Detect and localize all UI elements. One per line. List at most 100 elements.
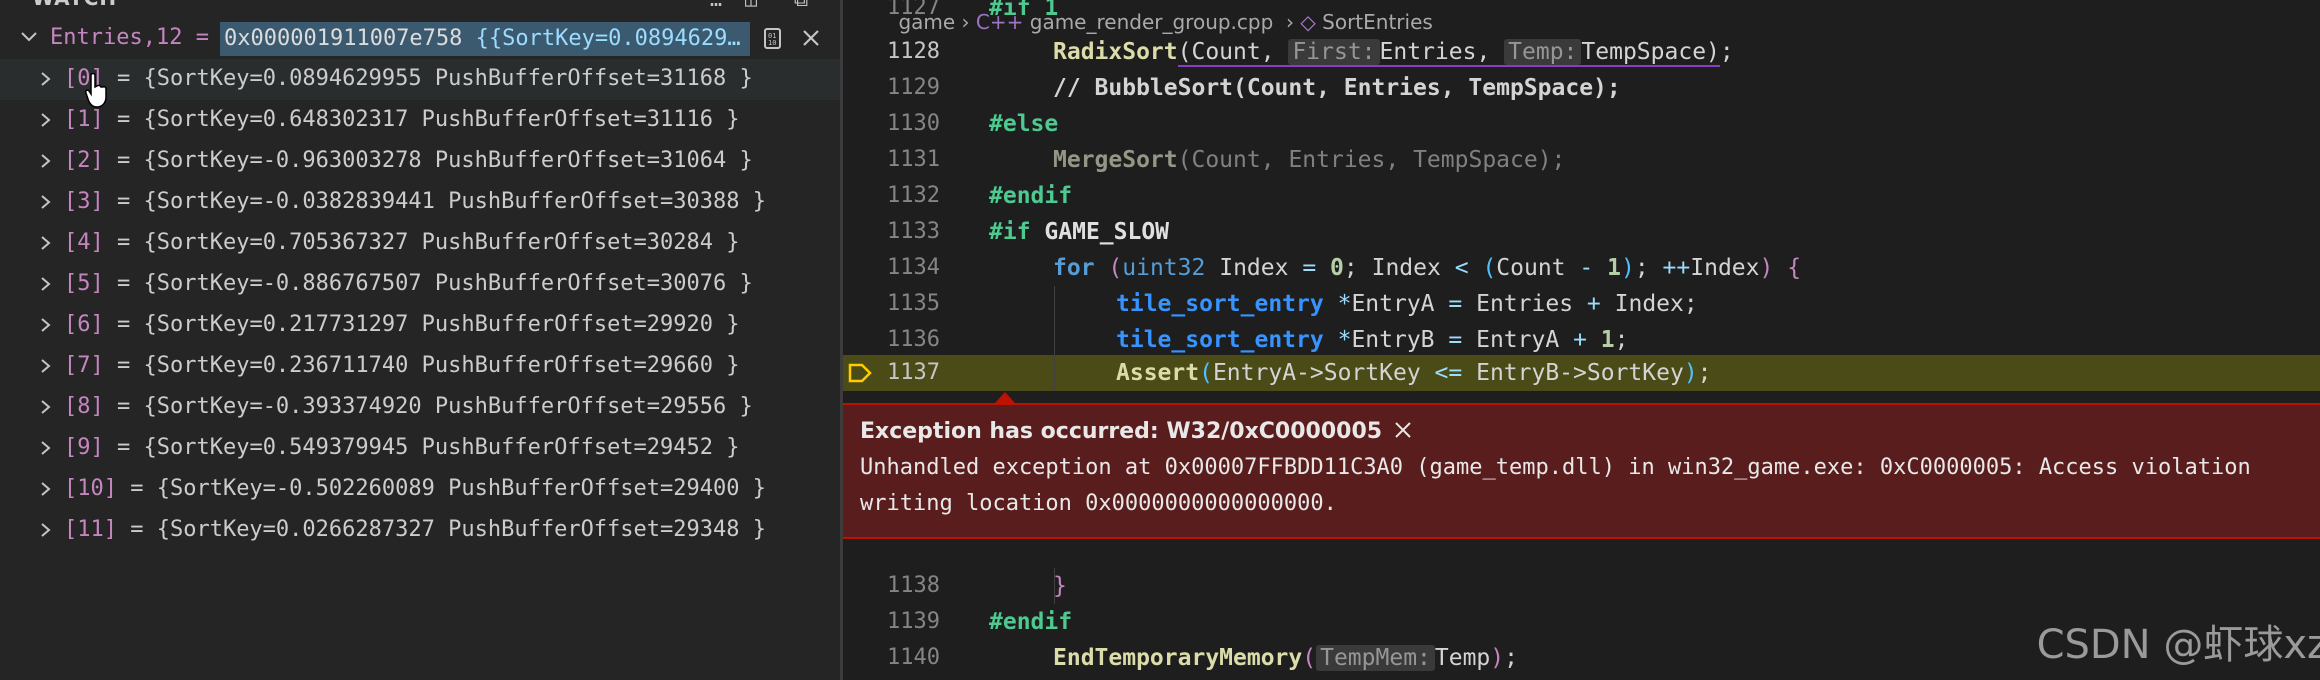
close-icon[interactable] xyxy=(1391,418,1415,442)
code-comment: // BubbleSort(Count, Entries, TempSpace)… xyxy=(1053,75,1621,101)
line-number: 1132 xyxy=(887,183,940,208)
code-text: EndTemporaryMemory(TempMem: Temp); xyxy=(1053,645,1518,671)
collapse-all-icon[interactable]: ⧉ xyxy=(790,0,812,10)
chevron-right-icon[interactable] xyxy=(36,232,54,254)
code-text: for (uint32 Index = 0; Index < (Count - … xyxy=(1053,255,1802,281)
watch-title: WATCH xyxy=(32,0,117,10)
watch-expression-address: 0x000001911007e758 xyxy=(224,26,463,51)
watch-row-text: [4] = {SortKey=0.705367327 PushBufferOff… xyxy=(64,227,740,259)
code-line[interactable]: 1127 #if 1 xyxy=(843,0,2320,26)
code-inactive: MergeSort(Count, Entries, TempSpace); xyxy=(1053,147,1566,173)
watch-row[interactable]: [2] = {SortKey=-0.963003278 PushBufferOf… xyxy=(0,141,840,182)
copy-value-icon[interactable]: 01 10 xyxy=(760,25,788,53)
line-number: 1134 xyxy=(887,255,940,280)
watch-row[interactable]: [3] = {SortKey=-0.0382839441 PushBufferO… xyxy=(0,182,840,223)
code-text: RadixSort(Count, First: Entries, Temp: Tem… xyxy=(1053,39,1734,67)
chevron-right-icon[interactable] xyxy=(36,314,54,336)
svg-text:10: 10 xyxy=(768,39,776,47)
watch-expression-summary: {{SortKey=0.0894629… xyxy=(462,26,741,51)
watch-expression-entries[interactable]: Entries,12 = 0x000001911007e758 {{SortKe… xyxy=(0,17,840,59)
watch-row-text: [3] = {SortKey=-0.0382839441 PushBufferO… xyxy=(64,186,766,218)
watch-row-index: [10] xyxy=(64,476,117,501)
chevron-right-icon[interactable] xyxy=(36,68,54,90)
watch-row[interactable]: [7] = {SortKey=0.236711740 PushBufferOff… xyxy=(0,346,840,387)
watch-row-value: = {SortKey=-0.0382839441 PushBufferOffse… xyxy=(103,189,767,214)
remove-expression-icon[interactable] xyxy=(798,25,824,51)
code-text: #if 1 xyxy=(989,0,1059,21)
line-number: 1128 xyxy=(887,39,940,64)
watch-row-index: [4] xyxy=(64,230,104,255)
line-number: 1138 xyxy=(887,573,940,598)
exception-message: writing location 0x0000000000000000. xyxy=(860,491,1337,516)
code-editor[interactable]: game › C++ game_render_group.cpp › ◇ Sor… xyxy=(843,0,2320,680)
code-line[interactable]: 1136 tile_sort_entry *EntryB = EntryA + … xyxy=(843,322,2320,358)
code-line[interactable]: 1131 MergeSort(Count, Entries, TempSpace… xyxy=(843,142,2320,178)
line-number: 1140 xyxy=(887,645,940,670)
add-expression-icon[interactable]: ◫ xyxy=(740,0,762,10)
watch-row-text: [11] = {SortKey=0.0266287327 PushBufferO… xyxy=(64,514,766,546)
line-number: 1136 xyxy=(887,327,940,352)
watch-row[interactable]: [11] = {SortKey=0.0266287327 PushBufferO… xyxy=(0,510,840,551)
code-line[interactable]: 1132 #endif xyxy=(843,178,2320,214)
chevron-right-icon[interactable] xyxy=(36,437,54,459)
watch-row[interactable]: [1] = {SortKey=0.648302317 PushBufferOff… xyxy=(0,100,840,141)
watch-row-text: [2] = {SortKey=-0.963003278 PushBufferOf… xyxy=(64,145,753,177)
inlay-hint: Temp: xyxy=(1504,39,1582,65)
chevron-right-icon[interactable] xyxy=(36,109,54,131)
watch-row-value: = {SortKey=0.236711740 PushBufferOffset=… xyxy=(103,353,740,378)
code-line[interactable]: 1128 RadixSort(Count, First: Entries, Tem… xyxy=(843,34,2320,70)
watch-row[interactable]: [4] = {SortKey=0.705367327 PushBufferOff… xyxy=(0,223,840,264)
code-line[interactable]: 1135 tile_sort_entry *EntryA = Entries +… xyxy=(843,286,2320,322)
watch-row-index: [6] xyxy=(64,312,104,337)
watch-row-index: [8] xyxy=(64,394,104,419)
watch-row-index: [11] xyxy=(64,517,117,542)
watch-row-index: [7] xyxy=(64,353,104,378)
line-number: 1129 xyxy=(887,75,940,100)
code-line[interactable]: 1129 // BubbleSort(Count, Entries, TempS… xyxy=(843,70,2320,106)
exception-message: Unhandled exception at 0x00007FFBDD11C3A… xyxy=(860,455,2251,480)
watch-row-value: = {SortKey=0.705367327 PushBufferOffset=… xyxy=(103,230,740,255)
code-line[interactable]: 1133 #if GAME_SLOW xyxy=(843,214,2320,250)
code-text: tile_sort_entry *EntryB = EntryA + 1; xyxy=(1116,327,1629,353)
chevron-right-icon[interactable] xyxy=(36,191,54,213)
chevron-right-icon[interactable] xyxy=(36,519,54,541)
code-line[interactable]: 1130 #else xyxy=(843,106,2320,142)
line-number: 1127 xyxy=(887,0,940,20)
exception-pointer xyxy=(995,392,1015,403)
exception-widget: Exception has occurred: W32/0xC0000005 U… xyxy=(843,403,2320,539)
watch-row[interactable]: [5] = {SortKey=-0.886767507 PushBufferOf… xyxy=(0,264,840,305)
watch-row-value: = {SortKey=-0.393374920 PushBufferOffset… xyxy=(103,394,753,419)
chevron-right-icon[interactable] xyxy=(36,273,54,295)
watch-row-text: [0] = {SortKey=0.0894629955 PushBufferOf… xyxy=(64,63,753,95)
chevron-right-icon[interactable] xyxy=(36,478,54,500)
code-text: #endif xyxy=(989,609,1073,635)
watch-row-value: = {SortKey=0.0894629955 PushBufferOffset… xyxy=(103,66,753,91)
line-number: 1130 xyxy=(887,111,940,136)
code-line[interactable]: 1138 } xyxy=(843,568,2320,604)
collapse-icon[interactable]: … xyxy=(705,0,727,10)
watch-children-list: [0] = {SortKey=0.0894629955 PushBufferOf… xyxy=(0,59,840,551)
code-text: #endif xyxy=(989,183,1073,209)
code-line[interactable]: 1134 for (uint32 Index = 0; Index < (Cou… xyxy=(843,250,2320,286)
code-text: #else xyxy=(989,111,1059,137)
current-execution-line[interactable]: 1137 Assert(EntryA->SortKey <= EntryB->S… xyxy=(843,355,2320,391)
watch-row[interactable]: [0] = {SortKey=0.0894629955 PushBufferOf… xyxy=(0,59,840,100)
watch-row-text: [7] = {SortKey=0.236711740 PushBufferOff… xyxy=(64,350,740,382)
watch-row-value: = {SortKey=0.0266287327 PushBufferOffset… xyxy=(116,517,766,542)
watch-row-value: = {SortKey=0.549379945 PushBufferOffset=… xyxy=(103,435,740,460)
watch-row[interactable]: [8] = {SortKey=-0.393374920 PushBufferOf… xyxy=(0,387,840,428)
line-number: 1139 xyxy=(887,609,940,634)
watch-row-index: [3] xyxy=(64,189,104,214)
inlay-hint: First: xyxy=(1288,39,1380,65)
watch-row-index: [9] xyxy=(64,435,104,460)
watch-panel: WATCH … ◫ ⧉ Entries,12 = 0x000001911007e… xyxy=(0,0,840,680)
watch-row[interactable]: [10] = {SortKey=-0.502260089 PushBufferO… xyxy=(0,469,840,510)
watch-row[interactable]: [6] = {SortKey=0.217731297 PushBufferOff… xyxy=(0,305,840,346)
watch-row-text: [1] = {SortKey=0.648302317 PushBufferOff… xyxy=(64,104,740,136)
chevron-right-icon[interactable] xyxy=(36,396,54,418)
chevron-right-icon[interactable] xyxy=(36,355,54,377)
chevron-down-icon[interactable] xyxy=(18,25,40,49)
watch-header: WATCH … ◫ ⧉ xyxy=(0,0,840,14)
chevron-right-icon[interactable] xyxy=(36,150,54,172)
watch-row[interactable]: [9] = {SortKey=0.549379945 PushBufferOff… xyxy=(0,428,840,469)
